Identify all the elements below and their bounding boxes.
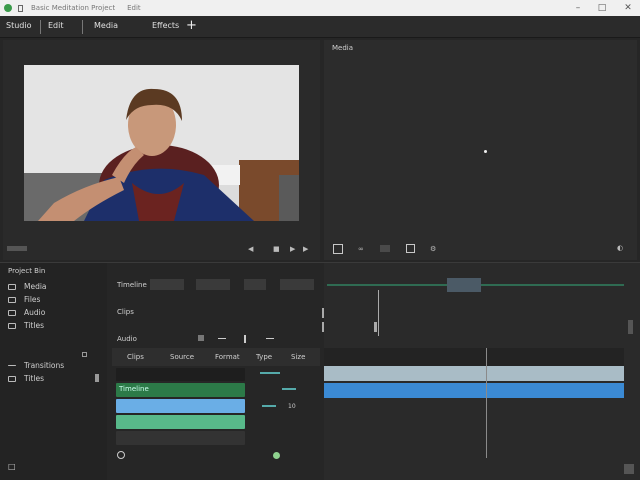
- maximize-icon[interactable]: □: [594, 0, 610, 16]
- ripple-control[interactable]: [280, 279, 314, 290]
- menu-item-media[interactable]: Media: [94, 21, 118, 30]
- bin-add-icon[interactable]: □: [8, 462, 16, 471]
- audio-icon: [8, 309, 16, 316]
- snap-control[interactable]: [196, 279, 230, 290]
- folder-icon: [8, 296, 16, 303]
- menu-item-edit[interactable]: Edit: [48, 21, 64, 30]
- step-forward-icon[interactable]: ▶: [303, 245, 308, 253]
- volume-slider-2[interactable]: [282, 388, 296, 390]
- add-tab-icon[interactable]: +: [186, 18, 197, 33]
- volume-slider-1[interactable]: [260, 372, 280, 374]
- settings-icon[interactable]: ⚙: [430, 245, 436, 253]
- close-icon[interactable]: ✕: [620, 0, 636, 16]
- track-row-teal[interactable]: [116, 415, 245, 429]
- timeline-status-dot: [273, 452, 280, 459]
- header-size[interactable]: Size: [291, 353, 305, 361]
- timeline-zoom-icon[interactable]: [117, 451, 125, 459]
- stop-icon[interactable]: ■: [273, 245, 280, 253]
- project-bin-title: Project Bin: [8, 267, 46, 275]
- track-marker: [374, 322, 377, 332]
- header-clips[interactable]: Clips: [127, 353, 144, 361]
- resize-handle-icon[interactable]: [624, 464, 634, 474]
- step-back-icon[interactable]: ◀: [248, 245, 253, 253]
- track-lock-icon[interactable]: [198, 335, 204, 341]
- header-format[interactable]: Format: [215, 353, 240, 361]
- fullscreen-icon[interactable]: ◐: [617, 244, 623, 252]
- menu-separator: [82, 20, 83, 34]
- header-source[interactable]: Source: [170, 353, 194, 361]
- track-split-icon[interactable]: [244, 335, 246, 343]
- timeline-audio-label: Audio: [117, 335, 137, 343]
- track-marker-line: [378, 290, 379, 336]
- track-row-blue[interactable]: [116, 399, 245, 413]
- bin-option-icon[interactable]: [82, 352, 87, 357]
- bin-menu-icon[interactable]: [95, 374, 99, 382]
- timeline-clips-label: Clips: [117, 308, 134, 316]
- play-icon[interactable]: ▶: [290, 245, 295, 253]
- bin-item-files[interactable]: Files: [8, 295, 40, 304]
- track-collapse-icon[interactable]: [218, 338, 226, 339]
- zoom-control[interactable]: [150, 279, 184, 290]
- green-track-label: Timeline: [119, 385, 149, 393]
- video-frame[interactable]: [24, 65, 299, 221]
- frame-icon[interactable]: [333, 244, 343, 254]
- bin-item-media[interactable]: Media: [8, 282, 47, 291]
- text-icon: [8, 322, 16, 329]
- title-icon: [8, 375, 16, 382]
- timeline-scroll-handle[interactable]: [447, 278, 481, 292]
- minimize-icon[interactable]: –: [570, 0, 586, 16]
- timeline-title: Timeline: [117, 281, 147, 289]
- timeline-ruler: [324, 348, 624, 366]
- track-row-empty[interactable]: [116, 368, 245, 381]
- export-icon[interactable]: [406, 244, 415, 253]
- menu-item-effects[interactable]: Effects: [152, 21, 179, 30]
- timeline-vertical-scrollbar[interactable]: [628, 320, 633, 334]
- track-row-dark[interactable]: [116, 431, 245, 445]
- program-playhead-dot: [484, 150, 487, 153]
- track-row-green[interactable]: Timeline: [116, 383, 245, 397]
- menu-item-studio[interactable]: Studio: [6, 21, 31, 30]
- track-remove-icon[interactable]: [266, 338, 274, 339]
- title-bar: Basic Meditation Project Edit: [0, 0, 640, 16]
- window-title: Basic Meditation Project: [31, 4, 116, 12]
- loop-icon[interactable]: [380, 245, 390, 252]
- window-subtitle: Edit: [127, 4, 141, 12]
- link-icon[interactable]: ∞: [358, 245, 364, 253]
- bin-item-titles[interactable]: Titles: [8, 321, 44, 330]
- track-time-readout: 10: [288, 403, 296, 410]
- header-type[interactable]: Type: [256, 353, 272, 361]
- volume-slider-3[interactable]: [262, 405, 276, 407]
- folder-icon: [8, 283, 16, 290]
- marker-control[interactable]: [244, 279, 266, 290]
- timeline-clip-silver[interactable]: [324, 366, 624, 381]
- program-monitor: [324, 40, 637, 260]
- bin-item-transitions[interactable]: Transitions: [8, 361, 64, 370]
- timecode-bar: [7, 246, 27, 251]
- track-marker: [322, 308, 324, 318]
- playhead[interactable]: [486, 348, 487, 458]
- timeline-clip-blue[interactable]: [324, 383, 624, 398]
- bin-item-titles-2[interactable]: Titles: [8, 374, 44, 383]
- transition-icon: [8, 365, 16, 366]
- program-monitor-label: Media: [332, 44, 354, 52]
- video-thumbnail: [24, 65, 299, 221]
- document-icon: [18, 4, 23, 12]
- bin-item-audio[interactable]: Audio: [8, 308, 45, 317]
- app-icon: [4, 4, 12, 12]
- track-marker: [322, 322, 324, 332]
- menu-separator: [40, 20, 41, 34]
- menu-bar: Studio Edit Media Effects +: [0, 16, 640, 38]
